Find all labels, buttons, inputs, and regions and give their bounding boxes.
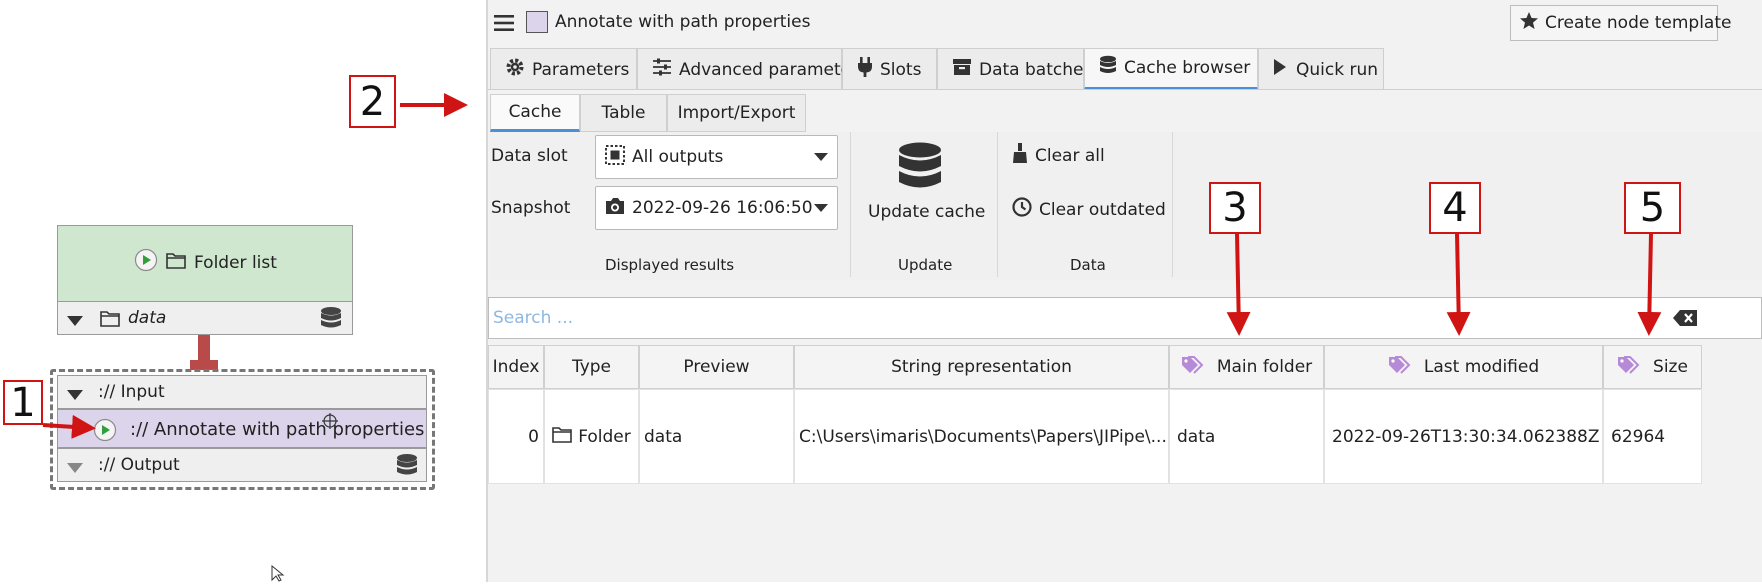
folder-list-output-slot[interactable]: data [57,301,353,335]
ribbon-separator [850,132,851,277]
sliders-icon [652,58,672,81]
column-header-last-modified[interactable]: Last modified [1324,345,1603,389]
clear-outdated-button[interactable]: Clear outdated [1012,197,1166,222]
snapshot-select[interactable]: 2022-09-26 16:06:50 [595,186,838,230]
cell-preview[interactable]: data [639,389,794,484]
chevron-down-icon [813,198,829,218]
folder-icon [552,425,573,448]
plug-icon [857,56,873,83]
search-bar [488,297,1762,339]
input-slot-label: :// Input [98,382,165,402]
subtab-table[interactable]: Table [580,94,667,132]
ribbon-separator [1172,132,1173,277]
node-color-swatch [526,11,548,33]
subtab-cache[interactable]: Cache [490,94,580,132]
tag-icon [1388,355,1412,379]
data-slot-label: Data slot [491,146,568,166]
data-group-label: Data [1070,256,1106,274]
data-slot-select[interactable]: All outputs [595,135,838,179]
column-header-preview[interactable]: Preview [639,345,794,389]
snapshot-label: Snapshot [491,198,571,218]
ribbon-separator [997,132,998,277]
clear-search-icon[interactable] [1672,309,1698,332]
annotate-node-title: :// Annotate with path properties [130,419,425,440]
run-node-icon[interactable] [134,248,158,277]
menu-icon[interactable] [493,13,515,38]
cell-last-modified[interactable]: 2022-09-26T13:30:34.062388Z [1324,389,1603,484]
tab-advanced-parameters[interactable]: Advanced parameters [637,48,867,90]
subtab-import-export[interactable]: Import/Export [667,94,806,132]
folder-list-node[interactable]: Folder list [57,225,353,302]
mouse-pointer-icon [271,564,285,587]
collapse-triangle-icon[interactable] [66,312,84,332]
tab-data-batches[interactable]: Data batches [937,48,1092,90]
annotate-node[interactable]: :// Annotate with path properties [57,409,427,448]
update-group-label: Update [898,256,953,274]
archive-icon [952,58,972,81]
input-slot[interactable]: :// Input [57,375,427,409]
tab-slots[interactable]: Slots [842,48,937,90]
create-node-template-button[interactable]: Create node template [1510,5,1731,41]
callout-1: 1 [3,380,43,426]
camera-icon [604,196,626,221]
cache-panel: Annotate with path properties Create nod… [488,0,1762,582]
cell-index[interactable]: 0 [488,389,544,484]
callout-4: 4 [1429,182,1481,234]
folder-icon [166,251,186,274]
star-icon [1519,11,1539,36]
tag-icon [1181,355,1205,379]
tab-quick-run[interactable]: Quick run [1258,48,1384,90]
gear-icon [505,57,525,82]
cache-database-icon[interactable] [396,453,418,484]
column-header-type[interactable]: Type [544,345,639,389]
move-cursor-icon [321,412,339,435]
column-header-main-folder[interactable]: Main folder [1169,345,1324,389]
collapse-triangle-icon[interactable] [66,386,84,406]
play-icon [1273,58,1287,81]
node-title: Annotate with path properties [555,12,811,32]
column-header-index[interactable]: Index [488,345,544,389]
column-header-size[interactable]: Size [1603,345,1702,389]
chevron-down-icon [813,147,829,167]
update-cache-button[interactable]: Update cache [860,138,985,228]
cache-database-icon[interactable] [320,306,342,337]
output-slot-name: data [128,308,167,328]
output-slot-label: :// Output [98,455,180,475]
output-slot[interactable]: :// Output [57,448,427,482]
graph-canvas[interactable]: Folder list data :// Input :// Annotate … [0,0,486,582]
tab-divider [488,89,1762,90]
folder-icon [100,309,120,332]
cell-size[interactable]: 62964 [1603,389,1702,484]
cell-type[interactable]: Folder [544,389,639,484]
search-input[interactable] [491,304,1671,332]
displayed-results-group-label: Displayed results [605,256,735,274]
folder-list-title: Folder list [194,252,277,273]
cell-main-folder[interactable]: data [1169,389,1324,484]
column-header-string-representation[interactable]: String representation [794,345,1169,389]
clear-all-button[interactable]: Clear all [1012,142,1105,169]
callout-5: 5 [1624,182,1681,234]
clock-icon [1012,197,1032,222]
broom-icon [1012,142,1028,169]
cell-string-representation[interactable]: C:\Users\imaris\Documents\Papers\JIPipe\… [794,389,1169,484]
database-icon [1099,55,1117,82]
node-header: Annotate with path properties Create nod… [488,0,1762,46]
run-node-icon[interactable] [93,418,117,447]
tab-cache-browser[interactable]: Cache browser [1084,48,1258,90]
select-all-icon [604,144,626,171]
collapse-triangle-icon[interactable] [66,459,84,479]
tag-icon [1617,355,1641,379]
callout-2: 2 [349,75,396,128]
callout-3: 3 [1209,182,1261,234]
tab-parameters[interactable]: Parameters [490,48,637,90]
database-icon [897,142,943,201]
